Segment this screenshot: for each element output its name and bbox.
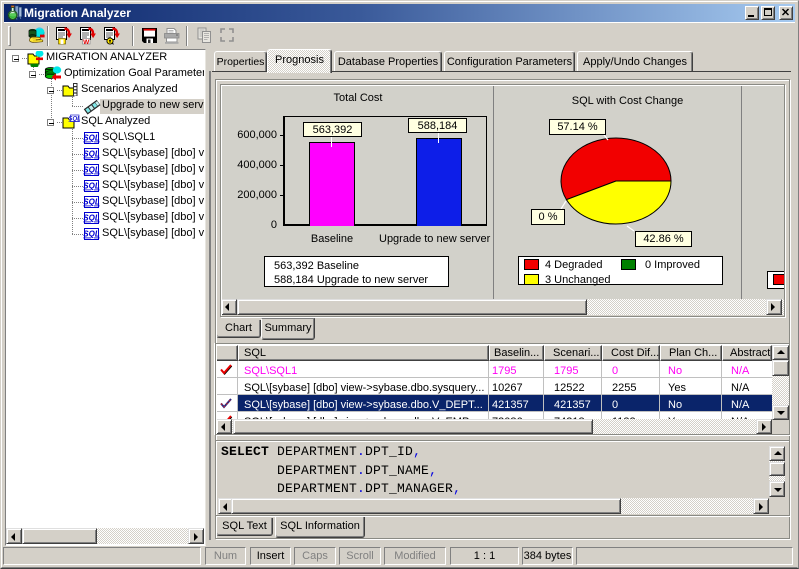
svg-text:SQL: SQL — [83, 150, 100, 159]
svg-text:SQL: SQL — [83, 166, 100, 175]
svg-text:SQL: SQL — [83, 198, 100, 207]
svg-text:W: W — [83, 39, 90, 45]
svg-text:SQL: SQL — [83, 214, 100, 223]
svg-text:SQL: SQL — [83, 230, 100, 239]
svg-text:SQL: SQL — [83, 182, 100, 191]
svg-text:SQL: SQL — [69, 116, 80, 122]
svg-text:SQL: SQL — [83, 134, 100, 143]
